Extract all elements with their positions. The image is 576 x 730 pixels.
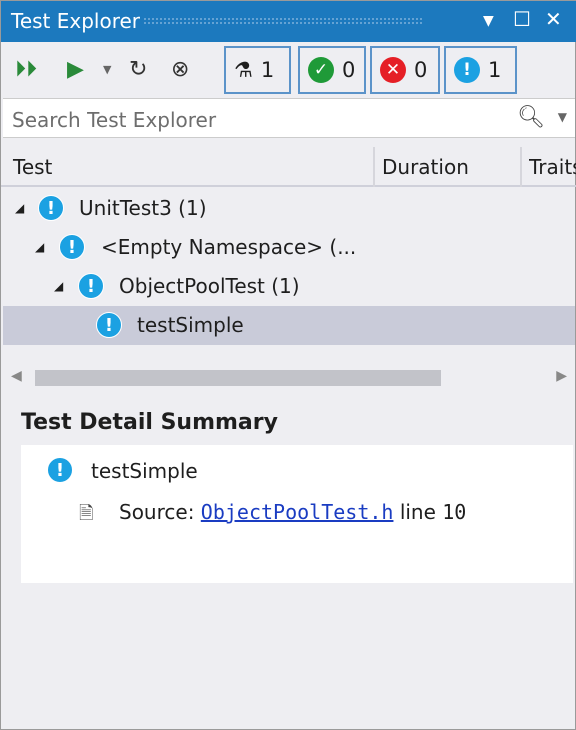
title-bar: Test Explorer ▼ ☐ ✕ xyxy=(1,1,576,42)
scrollbar-thumb[interactable] xyxy=(35,370,441,386)
not-run-icon: ! xyxy=(38,195,64,221)
scroll-right-icon[interactable]: ▶ xyxy=(556,368,567,384)
tree-item[interactable]: ◢! ObjectPoolTest (1) xyxy=(3,267,575,306)
tree-item-label: testSimple xyxy=(137,313,244,337)
not-run-count: 1 xyxy=(488,58,502,82)
run-dropdown-icon[interactable]: ▼ xyxy=(103,58,111,82)
cancel-run-icon[interactable]: ⊗ xyxy=(171,58,189,82)
total-count: 1 xyxy=(260,58,275,82)
tree-item[interactable]: ◢! <Empty Namespace> (... xyxy=(3,228,575,267)
horizontal-scrollbar[interactable]: ◀ ▶ xyxy=(1,366,576,390)
detail-panel: ! testSimple 🗎︎ Source: ObjectPoolTest.h… xyxy=(21,445,573,583)
column-traits[interactable]: Traits xyxy=(529,155,576,179)
column-divider[interactable] xyxy=(373,147,375,187)
tree-item[interactable]: ◢! UnitTest3 (1) xyxy=(3,189,575,228)
not-run-icon: ! xyxy=(454,57,480,83)
detail-heading: Test Detail Summary xyxy=(21,410,278,435)
drag-grip[interactable] xyxy=(143,17,423,26)
tree-item-label: <Empty Namespace> (... xyxy=(101,235,357,259)
repeat-run-icon[interactable]: ↻ xyxy=(129,58,147,82)
passed-count: 0 xyxy=(342,58,356,82)
run-icon[interactable]: ▶ xyxy=(67,58,84,82)
line-number: 10 xyxy=(442,500,467,524)
search-input[interactable]: Search Test Explorer 🔍︎ ▼ xyxy=(3,98,575,138)
total-tests-filter[interactable]: ⚗ 1 xyxy=(224,46,291,94)
source-line: Source: ObjectPoolTest.h line 10 xyxy=(119,500,466,524)
column-duration[interactable]: Duration xyxy=(382,155,469,179)
detail-test-name: testSimple xyxy=(91,459,198,483)
column-header: Test Duration Traits xyxy=(1,147,576,187)
not-run-icon: ! xyxy=(78,273,104,299)
search-options-icon[interactable]: ▼ xyxy=(558,110,567,124)
line-label: line xyxy=(399,500,436,524)
maximize-icon[interactable]: ☐ xyxy=(513,7,531,31)
not-run-filter[interactable]: ! 1 xyxy=(444,46,517,94)
search-placeholder: Search Test Explorer xyxy=(12,108,217,132)
column-divider[interactable] xyxy=(520,147,522,187)
scroll-left-icon[interactable]: ◀ xyxy=(11,368,22,384)
close-icon[interactable]: ✕ xyxy=(545,7,562,31)
flask-icon: ⚗ xyxy=(234,58,253,82)
tree-item-label: UnitTest3 (1) xyxy=(79,196,207,220)
failed-count: 0 xyxy=(414,58,428,82)
expand-icon[interactable]: ◢ xyxy=(54,279,63,293)
tree-item-label: ObjectPoolTest (1) xyxy=(119,274,300,298)
failed-filter[interactable]: ✕ 0 xyxy=(370,46,440,94)
not-run-icon: ! xyxy=(59,234,85,260)
not-run-icon: ! xyxy=(47,457,73,483)
source-file-icon: 🗎︎ xyxy=(79,503,94,524)
expand-icon[interactable]: ◢ xyxy=(35,240,44,254)
expand-icon[interactable]: ◢ xyxy=(15,201,24,215)
passed-filter[interactable]: ✓ 0 xyxy=(298,46,366,94)
search-icon[interactable]: 🔍︎ xyxy=(517,105,545,130)
not-run-icon: ! xyxy=(96,312,122,338)
dropdown-icon[interactable]: ▼ xyxy=(483,13,494,29)
source-label: Source: xyxy=(119,500,195,524)
run-all-icon[interactable]: ⏵⏵ xyxy=(15,58,37,82)
window-title: Test Explorer xyxy=(11,9,141,33)
source-file-link[interactable]: ObjectPoolTest.h xyxy=(201,500,394,524)
tree-item-selected[interactable]: ! testSimple xyxy=(3,306,575,345)
column-test[interactable]: Test xyxy=(13,155,52,179)
passed-icon: ✓ xyxy=(308,57,334,83)
failed-icon: ✕ xyxy=(380,57,406,83)
